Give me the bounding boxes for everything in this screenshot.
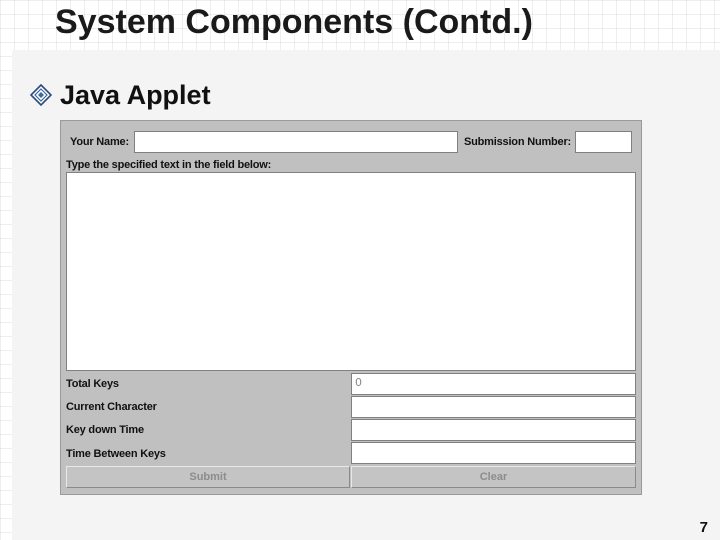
submission-number-label: Submission Number:	[464, 136, 572, 148]
page-number: 7	[699, 519, 708, 536]
key-down-time-label: Key down Time	[66, 424, 144, 436]
your-name-label: Your Name:	[70, 136, 129, 148]
typing-text-area[interactable]	[66, 172, 636, 371]
submit-button[interactable]: Submit	[66, 466, 350, 488]
total-keys-label: Total Keys	[66, 378, 119, 390]
slide-title: System Components (Contd.)	[55, 3, 533, 41]
bullet-text: Java Applet	[60, 79, 211, 110]
key-down-time-field[interactable]	[351, 419, 636, 441]
time-between-keys-field[interactable]	[351, 442, 636, 464]
diamond-bullet-icon	[30, 84, 52, 106]
time-between-keys-label: Time Between Keys	[66, 448, 166, 460]
bullet-java-applet: Java Applet	[30, 78, 211, 112]
instruction-label: Type the specified text in the field bel…	[66, 159, 272, 171]
current-character-field[interactable]	[351, 396, 636, 418]
your-name-input[interactable]	[134, 131, 458, 153]
submission-number-input[interactable]	[575, 131, 632, 153]
total-keys-field[interactable]: 0	[351, 373, 636, 395]
current-character-label: Current Character	[66, 401, 157, 413]
java-applet-panel: Your Name: Submission Number: Type the s…	[60, 120, 642, 495]
clear-button[interactable]: Clear	[351, 466, 636, 488]
